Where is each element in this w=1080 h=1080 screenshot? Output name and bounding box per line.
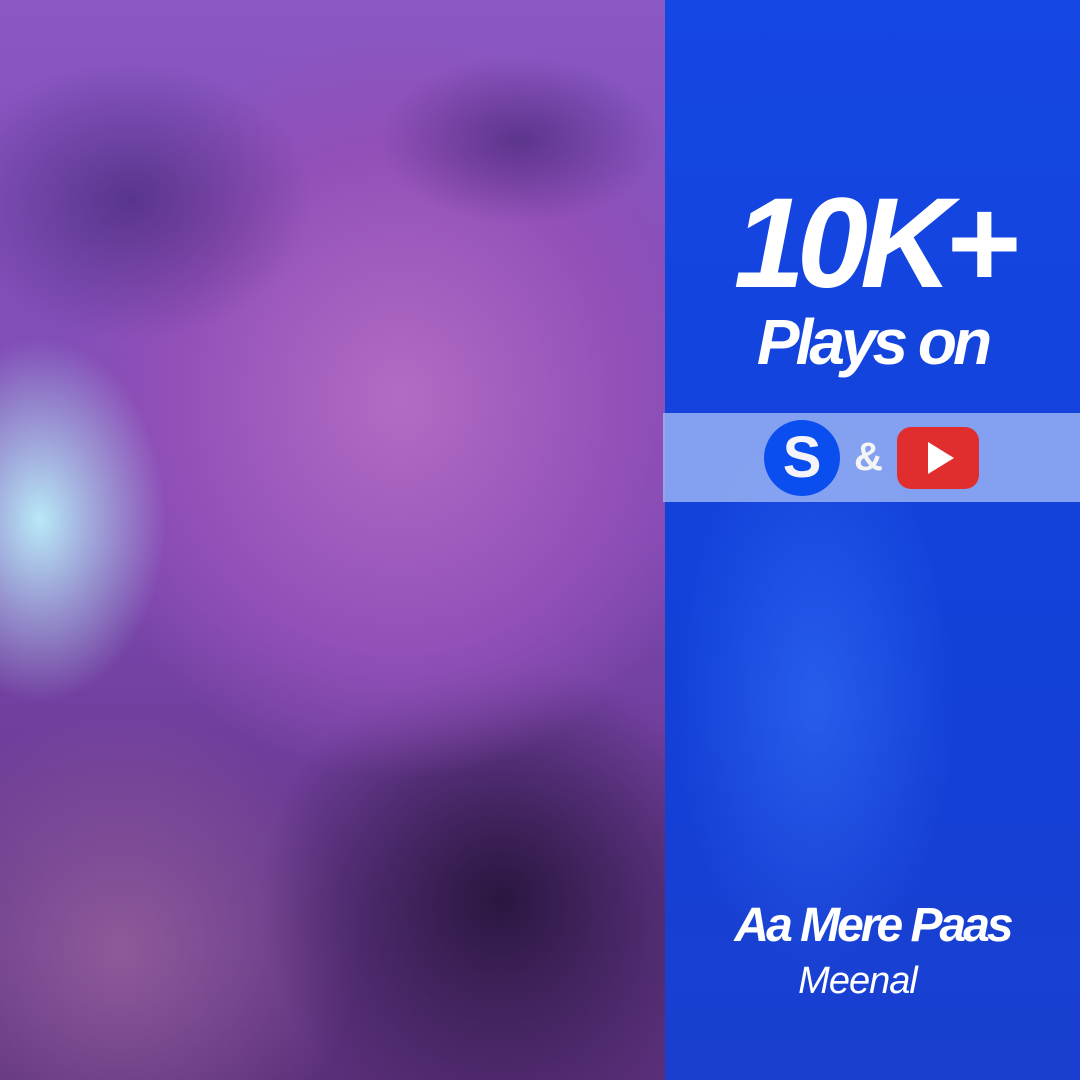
s-platform-logo-icon: S <box>764 419 841 496</box>
song-title: Aa Mere Paas <box>734 899 1013 952</box>
cover-photo <box>0 0 665 1080</box>
play-count: 10K+ <box>733 172 1020 315</box>
plays-on-label: Plays on <box>756 306 992 378</box>
ampersand: & <box>854 435 883 479</box>
platform-band: S & <box>663 413 1080 502</box>
artist-name: Meenal <box>798 960 918 1002</box>
youtube-play-icon <box>896 426 979 489</box>
